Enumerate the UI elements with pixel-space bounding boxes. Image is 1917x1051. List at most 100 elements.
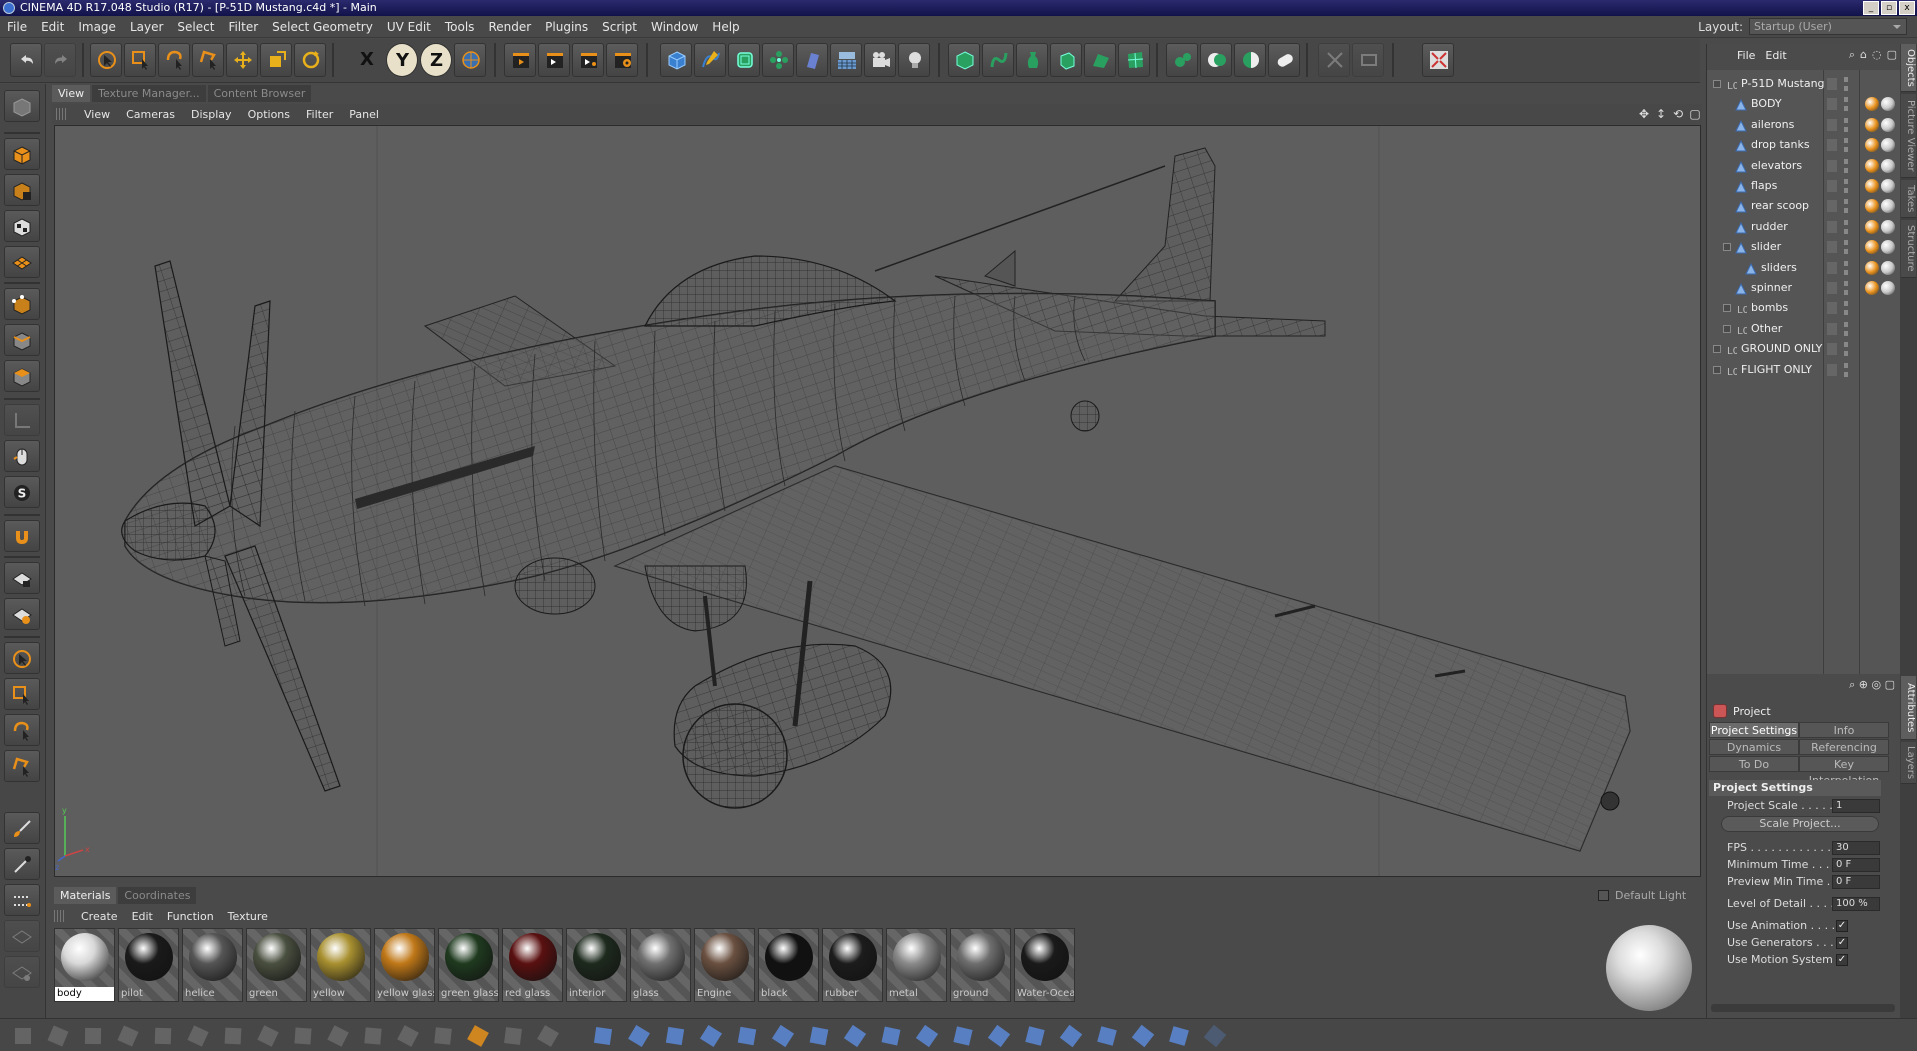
tool-icon[interactable] <box>986 1024 1012 1048</box>
eye-icon[interactable]: ◌ <box>1872 48 1882 62</box>
tab-key-interpolation[interactable]: Key Interpolation <box>1799 756 1889 787</box>
object-name[interactable]: Other <box>1751 319 1782 339</box>
project-scale-field[interactable]: 1 <box>1832 799 1880 813</box>
menu-select[interactable]: Select <box>170 20 221 34</box>
material-tag-icon[interactable] <box>1865 117 1879 132</box>
side-tab-objects[interactable]: Objects <box>1901 44 1916 92</box>
material-swatch[interactable]: green <box>246 928 307 1002</box>
tab-materials[interactable]: Materials <box>54 887 117 904</box>
object-row[interactable]: slider <box>1707 237 1901 257</box>
panel-grip-icon[interactable] <box>56 108 66 120</box>
visibility-dots-icon[interactable] <box>1844 342 1848 357</box>
object-row[interactable]: ailerons <box>1707 115 1901 135</box>
home-icon[interactable]: ⌂ <box>1860 48 1867 62</box>
side-tab-layers[interactable]: Layers <box>1901 742 1916 784</box>
material-tag-icon[interactable] <box>1865 179 1879 193</box>
tool-icon[interactable] <box>662 1024 688 1048</box>
use-animation-checkbox[interactable]: ✓ <box>1836 920 1848 932</box>
layer-color-swatch[interactable] <box>1827 118 1837 131</box>
subdivision-surface-button[interactable] <box>728 43 760 77</box>
material-tag-icon[interactable] <box>1865 240 1879 255</box>
visibility-dots-icon[interactable] <box>1844 117 1848 132</box>
boole-button[interactable] <box>1200 43 1232 77</box>
tool-icon[interactable] <box>1166 1024 1192 1048</box>
level-of-detail-field[interactable]: 100 % <box>1832 897 1880 911</box>
planar-workplane-button[interactable] <box>4 598 40 630</box>
object-name[interactable]: sliders <box>1761 258 1797 278</box>
material-swatch[interactable]: Water-Ocea <box>1014 928 1075 1002</box>
object-name[interactable]: elevators <box>1751 156 1802 176</box>
layer-color-swatch[interactable] <box>1827 200 1837 213</box>
viewport-menu-cameras[interactable]: Cameras <box>118 108 183 121</box>
tool-icon[interactable] <box>1094 1024 1120 1048</box>
object-menu-edit[interactable]: Edit <box>1765 49 1786 62</box>
material-tag-icon[interactable] <box>1881 219 1895 234</box>
material-tag-icon[interactable] <box>1865 281 1879 295</box>
tab-texture-manager[interactable]: Texture Manager... <box>92 85 206 102</box>
layer-color-swatch[interactable] <box>1827 220 1837 233</box>
tool-icon[interactable] <box>806 1024 832 1048</box>
edges-mode-button[interactable] <box>4 324 40 356</box>
spline-smooth-icon[interactable] <box>80 1024 106 1048</box>
visibility-dots-icon[interactable] <box>1844 301 1848 316</box>
object-name[interactable]: rudder <box>1751 217 1788 237</box>
spline-text-icon[interactable] <box>535 1024 561 1048</box>
visibility-dots-icon[interactable] <box>1844 158 1848 173</box>
material-swatch[interactable]: metal <box>886 928 947 1002</box>
tab-project-settings[interactable]: Project Settings <box>1709 722 1799 738</box>
tool-icon[interactable] <box>950 1024 976 1048</box>
materials-menu-function[interactable]: Function <box>160 910 221 923</box>
object-row[interactable]: sliders <box>1707 258 1901 278</box>
menu-file[interactable]: File <box>0 20 34 34</box>
material-tag-icon[interactable] <box>1881 158 1895 173</box>
render-settings-button[interactable] <box>606 43 638 77</box>
expand-toggle-icon[interactable] <box>1723 243 1731 252</box>
texture-mode-button[interactable] <box>4 174 40 206</box>
render-queue-button[interactable] <box>572 43 604 77</box>
material-swatch[interactable]: black <box>758 928 819 1002</box>
orbit-view-icon[interactable]: ⟲ <box>1671 107 1685 121</box>
material-swatch[interactable]: pilot <box>118 928 179 1002</box>
side-tab-structure[interactable]: Structure <box>1901 220 1916 278</box>
light-button[interactable] <box>898 43 930 77</box>
y-axis-lock-button[interactable]: Y <box>386 43 418 77</box>
uv-mode-button[interactable] <box>4 246 40 278</box>
rectangle-selection-button[interactable] <box>124 43 156 77</box>
snap-settings-button[interactable] <box>4 956 40 988</box>
minimum-time-field[interactable]: 0 F <box>1832 858 1880 872</box>
object-row[interactable]: L0 Other <box>1707 319 1901 339</box>
freehand-selection-button[interactable] <box>4 714 40 746</box>
search-icon[interactable]: ⌕ <box>1849 48 1855 62</box>
expand-toggle-icon[interactable] <box>1723 324 1731 333</box>
connect-button[interactable] <box>1268 43 1300 77</box>
polygon-selection-button[interactable] <box>192 43 224 77</box>
tool-icon[interactable] <box>878 1024 904 1048</box>
attribute-scrollbar[interactable] <box>1711 1004 1895 1012</box>
expand-toggle-icon[interactable] <box>1713 365 1721 374</box>
expand-toggle-icon[interactable] <box>1713 80 1721 88</box>
visibility-dots-icon[interactable] <box>1844 240 1848 255</box>
layer-color-swatch[interactable] <box>1827 363 1837 376</box>
tab-to-do[interactable]: To Do <box>1709 756 1799 772</box>
minimize-button[interactable]: _ <box>1863 1 1879 15</box>
material-tag-icon[interactable] <box>1881 199 1895 214</box>
object-name[interactable]: GROUND ONLY <box>1741 339 1822 359</box>
deformer-button[interactable] <box>796 43 828 77</box>
extrude-button[interactable] <box>1050 43 1082 77</box>
tab-referencing[interactable]: Referencing <box>1799 739 1889 755</box>
tool-icon[interactable] <box>734 1024 760 1048</box>
viewport-menu-filter[interactable]: Filter <box>298 108 341 121</box>
material-tag-icon[interactable] <box>1881 260 1895 275</box>
axis-mode-button[interactable] <box>4 404 40 436</box>
rotate-tool-button[interactable] <box>294 43 326 77</box>
object-name[interactable]: FLIGHT ONLY <box>1741 360 1812 380</box>
workplane-button[interactable] <box>1352 43 1384 77</box>
points-mode-button[interactable] <box>4 288 40 320</box>
object-row[interactable]: spinner <box>1707 278 1901 298</box>
make-editable-button[interactable] <box>948 43 980 77</box>
fps-field[interactable]: 30 <box>1832 841 1880 855</box>
menu-edit[interactable]: Edit <box>34 20 71 34</box>
zoom-view-icon[interactable]: ↕ <box>1654 107 1668 121</box>
tool-icon[interactable] <box>698 1024 724 1048</box>
tool-icon[interactable] <box>770 1024 796 1048</box>
